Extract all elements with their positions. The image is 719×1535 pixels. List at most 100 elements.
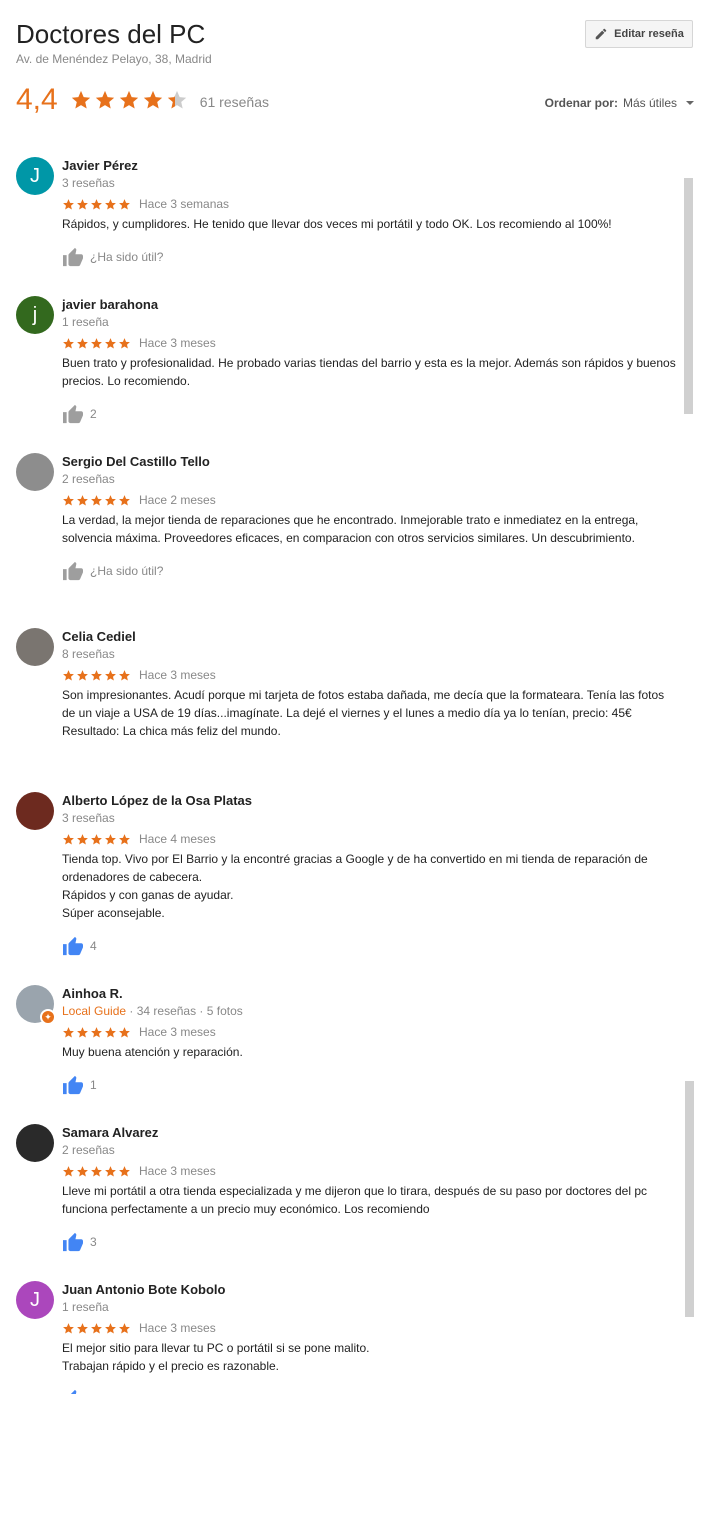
reviewer-meta: Local Guide · 34 reseñas · 5 fotos <box>62 1003 676 1019</box>
star-icon <box>143 90 162 109</box>
star-icon <box>91 1165 102 1177</box>
reviewer-name[interactable]: Sergio Del Castillo Tello <box>62 454 676 470</box>
avatar[interactable] <box>16 1124 54 1162</box>
star-icon <box>63 669 74 681</box>
scrollbar-thumb[interactable] <box>684 178 693 414</box>
helpful-button[interactable]: ¿Ha sido útil? <box>62 247 676 267</box>
review-text: Tienda top. Vivo por El Barrio y la enco… <box>62 852 648 920</box>
thumbs-up-icon <box>63 404 83 424</box>
avatar[interactable]: j <box>16 296 54 334</box>
reviewer-name[interactable]: Ainhoa R. <box>62 986 676 1002</box>
star-icon <box>105 337 116 349</box>
reviewer-name[interactable]: Samara Alvarez <box>62 1125 676 1141</box>
helpful-label: 4 <box>90 939 97 953</box>
reviewer-name[interactable]: Alberto López de la Osa Platas <box>62 793 676 809</box>
star-icon <box>91 198 102 210</box>
reviewer-review-count: 1 reseña <box>62 1300 109 1314</box>
helpful-button[interactable]: 3 <box>62 1232 676 1252</box>
star-icon <box>105 669 116 681</box>
review-time: Hace 2 meses <box>139 493 216 507</box>
review-text: Buen trato y profesionalidad. He probado… <box>62 356 676 388</box>
star-icon <box>77 494 88 506</box>
star-icon <box>63 1026 74 1038</box>
thumbs-up-icon <box>63 561 83 581</box>
review-time: Hace 3 semanas <box>139 197 230 211</box>
sort-dropdown[interactable]: Ordenar por: Más útiles <box>545 96 694 110</box>
review-time: Hace 3 meses <box>139 668 216 682</box>
reviewer-name[interactable]: Celia Cediel <box>62 629 676 645</box>
reviewer-review-count: 1 reseña <box>62 315 109 329</box>
star-icon <box>77 1026 88 1038</box>
reviewer-review-count: 2 reseñas <box>62 472 115 486</box>
avatar[interactable] <box>16 453 54 491</box>
review-count[interactable]: 61 reseñas <box>200 94 269 110</box>
star-icon <box>119 337 130 349</box>
star-icon <box>95 90 114 109</box>
star-icon <box>91 494 102 506</box>
avatar[interactable] <box>16 792 54 830</box>
place-header: Doctores del PC Av. de Menéndez Pelayo, … <box>16 18 706 66</box>
review-stars <box>62 669 131 682</box>
edit-review-button[interactable]: Editar reseña <box>585 20 693 48</box>
review-stars <box>62 1165 131 1178</box>
review-stars <box>62 494 131 507</box>
review-text: La verdad, la mejor tienda de reparacion… <box>62 513 639 545</box>
helpful-button[interactable]: 1 <box>62 1075 676 1095</box>
reviewer-review-count: 3 reseñas <box>62 176 115 190</box>
thumbs-up-icon <box>63 247 83 267</box>
avatar[interactable]: J <box>16 1281 54 1319</box>
dropdown-caret-icon <box>686 101 694 105</box>
star-icon <box>77 198 88 210</box>
review-time: Hace 3 meses <box>139 1321 216 1335</box>
review-stars <box>62 198 131 211</box>
review-time: Hace 3 meses <box>139 1164 216 1178</box>
sort-label: Ordenar por: <box>544 96 618 110</box>
reviewer-meta: 2 reseñas <box>62 1142 676 1158</box>
local-guide-badge-icon: ✦ <box>40 1009 56 1025</box>
edit-review-label: Editar reseña <box>614 28 684 40</box>
review-text: El mejor sitio para llevar tu PC o portá… <box>62 1341 370 1373</box>
reviewer-review-count: · 34 reseñas · 5 fotos <box>126 1004 243 1018</box>
reviewer-meta: 3 reseñas <box>62 810 676 826</box>
helpful-button[interactable] <box>62 1389 676 1394</box>
star-icon <box>105 198 116 210</box>
scrollbar-thumb-secondary[interactable] <box>685 1081 694 1317</box>
star-icon <box>119 90 138 109</box>
star-icon <box>77 1322 88 1334</box>
thumbs-up-icon <box>70 1389 77 1394</box>
helpful-button[interactable]: 2 <box>62 404 676 424</box>
thumbs-up-icon <box>63 1075 83 1095</box>
star-icon <box>77 669 88 681</box>
review-stars <box>62 337 131 350</box>
star-icon <box>119 1165 130 1177</box>
thumbs-up-icon <box>63 936 83 956</box>
helpful-button[interactable]: ¿Ha sido útil? <box>62 561 676 581</box>
avatar-initial: J <box>30 164 40 187</box>
star-icon <box>63 337 74 349</box>
avatar[interactable] <box>16 628 54 666</box>
local-guide-label: Local Guide <box>62 1004 127 1018</box>
sort-value: Más útiles <box>622 96 677 110</box>
star-icon <box>119 1026 130 1038</box>
review-stars <box>62 833 131 846</box>
star-icon <box>71 90 90 109</box>
star-icon <box>63 1165 74 1177</box>
star-icon <box>119 494 130 506</box>
reviewer-name[interactable]: Juan Antonio Bote Kobolo <box>62 1282 676 1298</box>
helpful-button[interactable]: 4 <box>62 936 676 956</box>
helpful-label: 2 <box>90 407 97 421</box>
reviewer-name[interactable]: Javier Pérez <box>62 158 676 174</box>
reviewer-name[interactable]: javier barahona <box>62 297 676 313</box>
reviewer-meta: 1 reseña <box>62 1299 676 1315</box>
avatar[interactable]: J <box>16 157 54 195</box>
reviewer-review-count: 8 reseñas <box>62 647 115 661</box>
star-icon <box>91 833 102 845</box>
review-stars <box>62 1322 131 1335</box>
review-text: Muy buena atención y reparación. <box>62 1045 243 1059</box>
avatar-initial: J <box>30 1288 40 1311</box>
avatar-initial: j <box>32 303 38 326</box>
pencil-icon <box>595 28 607 40</box>
helpful-label: 3 <box>90 1235 97 1249</box>
reviewer-meta: 1 reseña <box>62 314 676 330</box>
place-address: Av. de Menéndez Pelayo, 38, Madrid <box>16 52 212 66</box>
